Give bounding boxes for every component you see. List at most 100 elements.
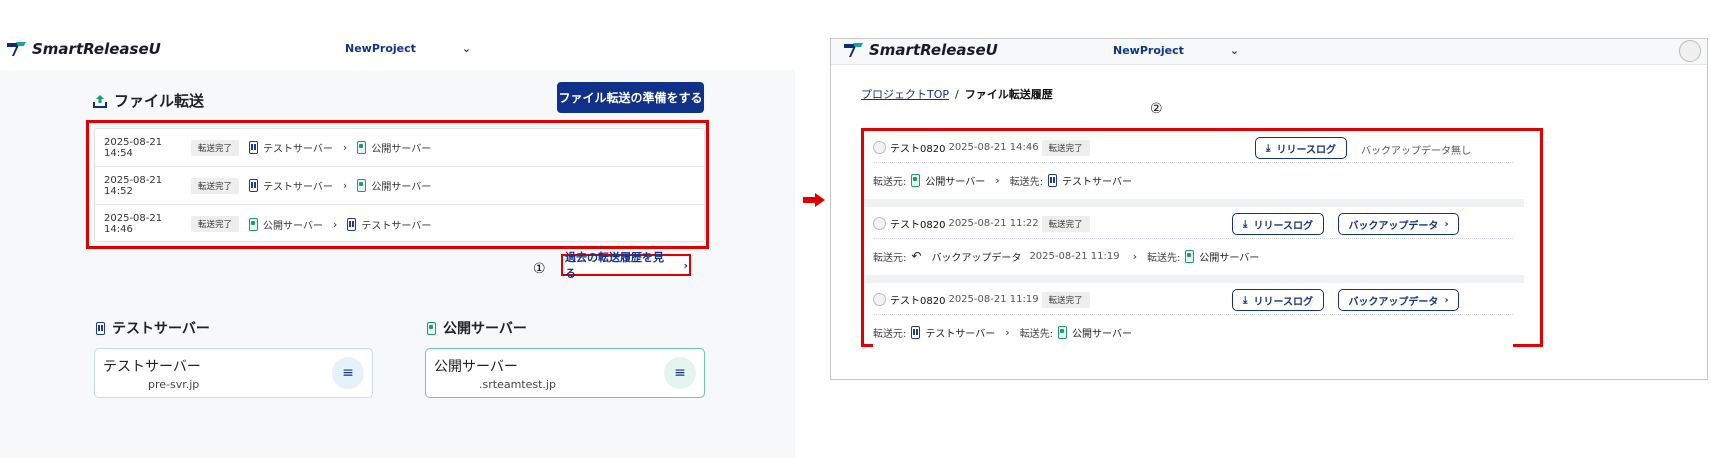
source-label: 転送元: (873, 328, 907, 340)
public-server-icon (357, 141, 367, 154)
history-route: 転送元: テストサーバー › 転送先: 公開サーバー (873, 317, 1513, 347)
destination-server-name: 公開サーバー (371, 182, 432, 193)
public-server-icon (249, 217, 259, 231)
status-badge: 転送完了 (1041, 291, 1090, 308)
transfer-destination: テストサーバー (1048, 173, 1132, 188)
upload-icon (93, 94, 107, 108)
destination-label: 転送先: (1019, 328, 1054, 340)
release-log-label: リリースログ (1253, 296, 1313, 308)
project-select-right[interactable]: NewProject ⌄ (1113, 44, 1239, 57)
history-separator (864, 199, 1524, 207)
view-history-link[interactable]: 過去の転送履歴を見る › (565, 251, 688, 280)
logo-mark-icon (844, 43, 863, 57)
destination-name: 公開サーバー (1072, 328, 1132, 340)
public-server-icon (911, 173, 921, 187)
transfer-destination: 公開サーバー (1058, 325, 1132, 340)
destination-label: 転送先: (1009, 176, 1044, 188)
user-avatar-icon (873, 217, 886, 230)
transfer-source: 公開サーバー (249, 217, 323, 232)
chevron-right-icon: › (1132, 249, 1137, 263)
source-server-name: テストサーバー (263, 182, 333, 193)
server-heading-text: 公開サーバー (443, 321, 527, 337)
logo-text: SmartReleaseU (869, 41, 998, 59)
project-select[interactable]: NewProject ⌄ (345, 42, 471, 55)
chevron-right-icon: › (1005, 325, 1010, 339)
app-logo-right[interactable]: SmartReleaseU (843, 41, 998, 59)
status-badge: 転送完了 (1041, 215, 1090, 232)
recent-transfer-list: 2025-08-21 14:54 転送完了 テストサーバー › 公開サーバー 2025-0… (94, 128, 705, 242)
transfer-source: テストサーバー (249, 178, 333, 193)
source-label: 転送元: (873, 176, 907, 188)
history-user: テスト0820 (890, 296, 946, 307)
project-select-value: NewProject (1113, 44, 1184, 57)
breadcrumb-project-top-link[interactable]: プロジェクトTOP (861, 86, 949, 102)
server-card-name: 公開サーバー (434, 359, 518, 375)
menu-icon[interactable]: ≡ (664, 357, 696, 389)
transfer-row[interactable]: 2025-08-21 14:52 転送完了 テストサーバー › 公開サーバー (95, 167, 704, 205)
test-server-icon (249, 179, 259, 192)
history-user: テスト0820 (890, 220, 946, 231)
download-icon: ⤓ (1243, 218, 1248, 230)
test-server-icon (347, 217, 357, 231)
undo-icon: ↶ (911, 249, 922, 263)
source-server-name: 公開サーバー (263, 220, 323, 232)
transfer-source: テストサーバー (911, 325, 995, 340)
project-select-value: NewProject (345, 42, 416, 55)
transfer-row[interactable]: 2025-08-21 14:54 転送完了 テストサーバー › 公開サーバー (95, 129, 704, 167)
source-label: 転送元: (873, 252, 907, 264)
server-card-name: テストサーバー (103, 359, 201, 375)
logo-text: SmartReleaseU (32, 40, 161, 58)
step-marker-2: ② (1150, 101, 1163, 117)
history-route: 転送元: ↶ バックアップデータ 2025-08-21 11:19 › 転送先: 公開サーバ… (873, 241, 1513, 271)
transfer-destination: テストサーバー (347, 217, 431, 232)
chevron-right-icon: › (342, 141, 348, 154)
release-log-button[interactable]: ⤓ リリースログ (1255, 137, 1347, 159)
transfer-source: テストサーバー (249, 140, 333, 155)
backup-timestamp: 2025-08-21 11:19 (1029, 250, 1120, 262)
download-icon: ⤓ (1243, 294, 1248, 306)
user-avatar[interactable] (1679, 40, 1701, 62)
source-name: バックアップデータ (931, 252, 1022, 264)
transfer-row[interactable]: 2025-08-21 14:46 転送完了 公開サーバー › テストサーバー (95, 205, 704, 243)
backup-data-label: バックアップデータ (1348, 296, 1439, 308)
chevron-down-icon: ⌄ (1229, 44, 1240, 57)
chevron-right-icon: › (332, 217, 338, 231)
status-badge: 転送完了 (191, 139, 240, 156)
release-log-button[interactable]: ⤓ リリースログ (1232, 289, 1324, 311)
prepare-transfer-button[interactable]: ファイル転送の準備をする (557, 82, 704, 113)
chevron-right-icon: › (683, 258, 688, 272)
release-log-button[interactable]: ⤓ リリースログ (1232, 213, 1324, 235)
test-server-icon (911, 325, 921, 339)
destination-label: 転送先: (1146, 252, 1181, 264)
public-server-heading: 公開サーバー (427, 318, 527, 338)
destination-name: テストサーバー (1062, 176, 1132, 188)
status-badge: 転送完了 (191, 216, 240, 232)
backup-data-button[interactable]: バックアップデータ › (1338, 289, 1459, 311)
history-item: テスト0820 2025-08-21 14:46 転送完了 ⤓ リリースログ バックアップ… (873, 133, 1513, 197)
transfer-history-list: テスト0820 2025-08-21 14:46 転送完了 ⤓ リリースログ バックアップ… (861, 131, 1541, 349)
public-server-icon (1058, 325, 1068, 339)
test-server-card[interactable]: テストサーバー pre-svr.jp ≡ (94, 348, 373, 398)
file-transfer-title: ファイル転送 (114, 92, 205, 110)
release-log-label: リリースログ (1276, 144, 1336, 156)
app-logo[interactable]: SmartReleaseU (6, 40, 161, 58)
chevron-down-icon: ⌄ (461, 42, 472, 55)
breadcrumb-current: ファイル転送履歴 (964, 88, 1053, 101)
chevron-right-icon: › (995, 173, 1000, 187)
history-item: テスト0820 2025-08-21 11:22 転送完了 ⤓ リリースログ バックアップ… (873, 209, 1513, 273)
backup-data-button[interactable]: バックアップデータ › (1338, 213, 1459, 235)
transfer-destination: 公開サーバー (357, 140, 431, 155)
step-marker-1: ① (533, 261, 546, 277)
source-server-name: テストサーバー (263, 144, 333, 155)
user-avatar-icon (873, 141, 886, 154)
transfer-source: ↶ バックアップデータ 2025-08-21 11:19 (911, 249, 1122, 264)
breadcrumb-separator: / (955, 87, 959, 101)
test-server-icon (1048, 173, 1058, 187)
public-server-card[interactable]: 公開サーバー .srteamtest.jp ≡ (425, 348, 705, 398)
transfer-source: 公開サーバー (911, 173, 985, 188)
menu-icon[interactable]: ≡ (332, 357, 364, 389)
source-name: 公開サーバー (925, 176, 986, 188)
server-card-host: pre-svr.jp (148, 378, 200, 391)
history-timestamp: 2025-08-21 11:19 (948, 294, 1039, 305)
history-timestamp: 2025-08-21 14:46 (948, 142, 1039, 153)
